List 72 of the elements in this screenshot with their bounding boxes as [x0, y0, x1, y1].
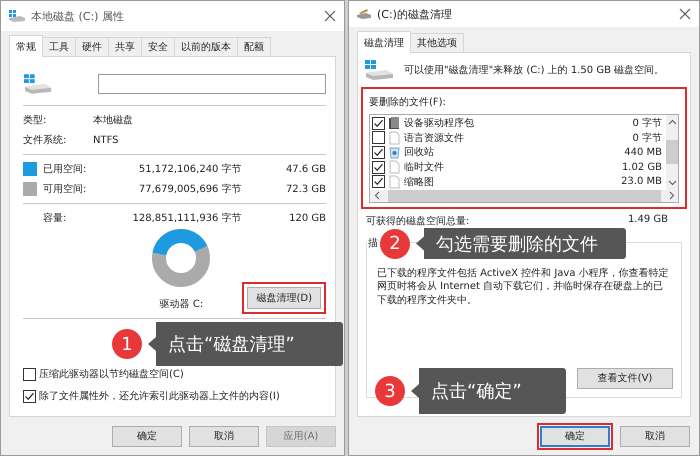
cleanup-icon — [357, 9, 371, 19]
tab[interactable]: 其他选项 — [410, 33, 464, 52]
instruction-bubble: 勾选需要删除的文件 — [416, 228, 626, 259]
instruction-bubble: 点击“磁盘清理” — [148, 322, 343, 366]
file-name: 临时文件 — [404, 160, 445, 174]
property-label: 类型: — [23, 114, 48, 127]
file-name: 回收站 — [404, 146, 435, 160]
space-label: 已用空间: — [43, 162, 88, 176]
tab[interactable]: 配额 — [237, 37, 271, 56]
view-files-button[interactable]: 查看文件(V) — [577, 368, 673, 389]
drive-label: 驱动器 C: — [160, 298, 204, 312]
scroll-up-icon — [668, 119, 676, 125]
scroll-down-icon — [668, 180, 676, 186]
capacity-label: 容量: — [43, 212, 68, 225]
disk-cleanup-button[interactable]: 磁盘清理(D) — [247, 287, 321, 309]
drive-icon — [364, 59, 394, 81]
file-size: 0 字节 — [632, 132, 663, 145]
property-label: 文件系统: — [23, 134, 68, 147]
list-label: 要删除的文件(F): — [369, 96, 447, 110]
size-value: 120 GB — [288, 212, 326, 224]
window-title: (C:)的磁盘清理 — [377, 6, 453, 22]
checkbox[interactable] — [23, 368, 36, 380]
window-title: 本地磁盘 (C:) 属性 — [31, 8, 125, 24]
file-icon — [388, 174, 401, 189]
dialog-button[interactable]: 确定 — [112, 426, 182, 446]
file-icon — [388, 160, 401, 174]
scroll-thumb[interactable] — [666, 140, 678, 164]
package-icon — [388, 116, 401, 130]
file-size: 1.02 GB — [622, 162, 663, 173]
file-name: 设备驱动程序包 — [404, 116, 475, 130]
file-size: 0 字节 — [632, 116, 663, 130]
tab[interactable]: 常规 — [9, 35, 43, 57]
property-value: 本地磁盘 — [93, 114, 133, 127]
checkbox[interactable] — [23, 390, 36, 402]
dialog-button[interactable]: 取消 — [620, 426, 690, 446]
description-legend: 描 — [367, 236, 379, 250]
byte-count: 128,851,111,936 字节 — [132, 212, 242, 225]
description-text: 已下载的程序文件包括 ActiveX 控件和 Java 小程序，你查看特定网页时将会从 Internet 自动下载它们，并临时保存在硬盘上的已下载的程序文件夹中。 — [377, 266, 670, 308]
byte-count: 51,172,106,240 字节 — [138, 162, 242, 176]
tab[interactable]: 磁盘清理 — [357, 31, 411, 53]
checkbox[interactable] — [372, 131, 385, 144]
total-value: 1.49 GB — [628, 214, 668, 227]
file-name: 语言资源文件 — [404, 132, 465, 145]
file-name: 缩略图 — [404, 176, 435, 189]
byte-count: 77,679,005,696 字节 — [138, 182, 242, 196]
name-field[interactable] — [98, 74, 326, 94]
dialog-button[interactable]: 取消 — [189, 426, 259, 446]
vertical-scrollbar[interactable] — [666, 115, 678, 190]
drive-icon — [23, 73, 52, 95]
size-value: 72.3 GB — [284, 184, 326, 194]
file-size: 23.0 MB — [621, 176, 663, 188]
file-icon — [388, 130, 401, 145]
close-icon — [324, 10, 336, 22]
scroll-right-icon — [669, 191, 675, 200]
size-value: 47.6 GB — [284, 164, 326, 174]
space-label: 可用空间: — [43, 182, 88, 196]
checkbox[interactable] — [372, 175, 385, 188]
total-label: 可获得的磁盘空间总量: — [366, 214, 470, 228]
drive-icon — [9, 10, 25, 22]
close-icon — [679, 8, 691, 20]
checkbox[interactable] — [372, 146, 385, 159]
recycle-bin-icon — [388, 145, 401, 160]
property-value: NTFS — [93, 134, 119, 146]
scroll-left-icon — [374, 191, 380, 200]
checkbox[interactable] — [372, 116, 385, 130]
info-message: 可以使用"磁盘清理"来释放 (C:) 上的 1.50 GB 磁盘空间。 — [404, 64, 664, 77]
file-size: 440 MB — [624, 146, 663, 158]
checkbox[interactable] — [372, 160, 385, 174]
instruction-bubble: 点击“确定” — [411, 368, 566, 414]
checkbox-label: 除了文件属性外，还允许索引此驱动器上文件的内容(I) — [39, 390, 280, 403]
checkbox-label: 压缩此驱动器以节约磁盘空间(C) — [39, 368, 184, 381]
dialog-button[interactable]: 确定 — [540, 426, 610, 446]
